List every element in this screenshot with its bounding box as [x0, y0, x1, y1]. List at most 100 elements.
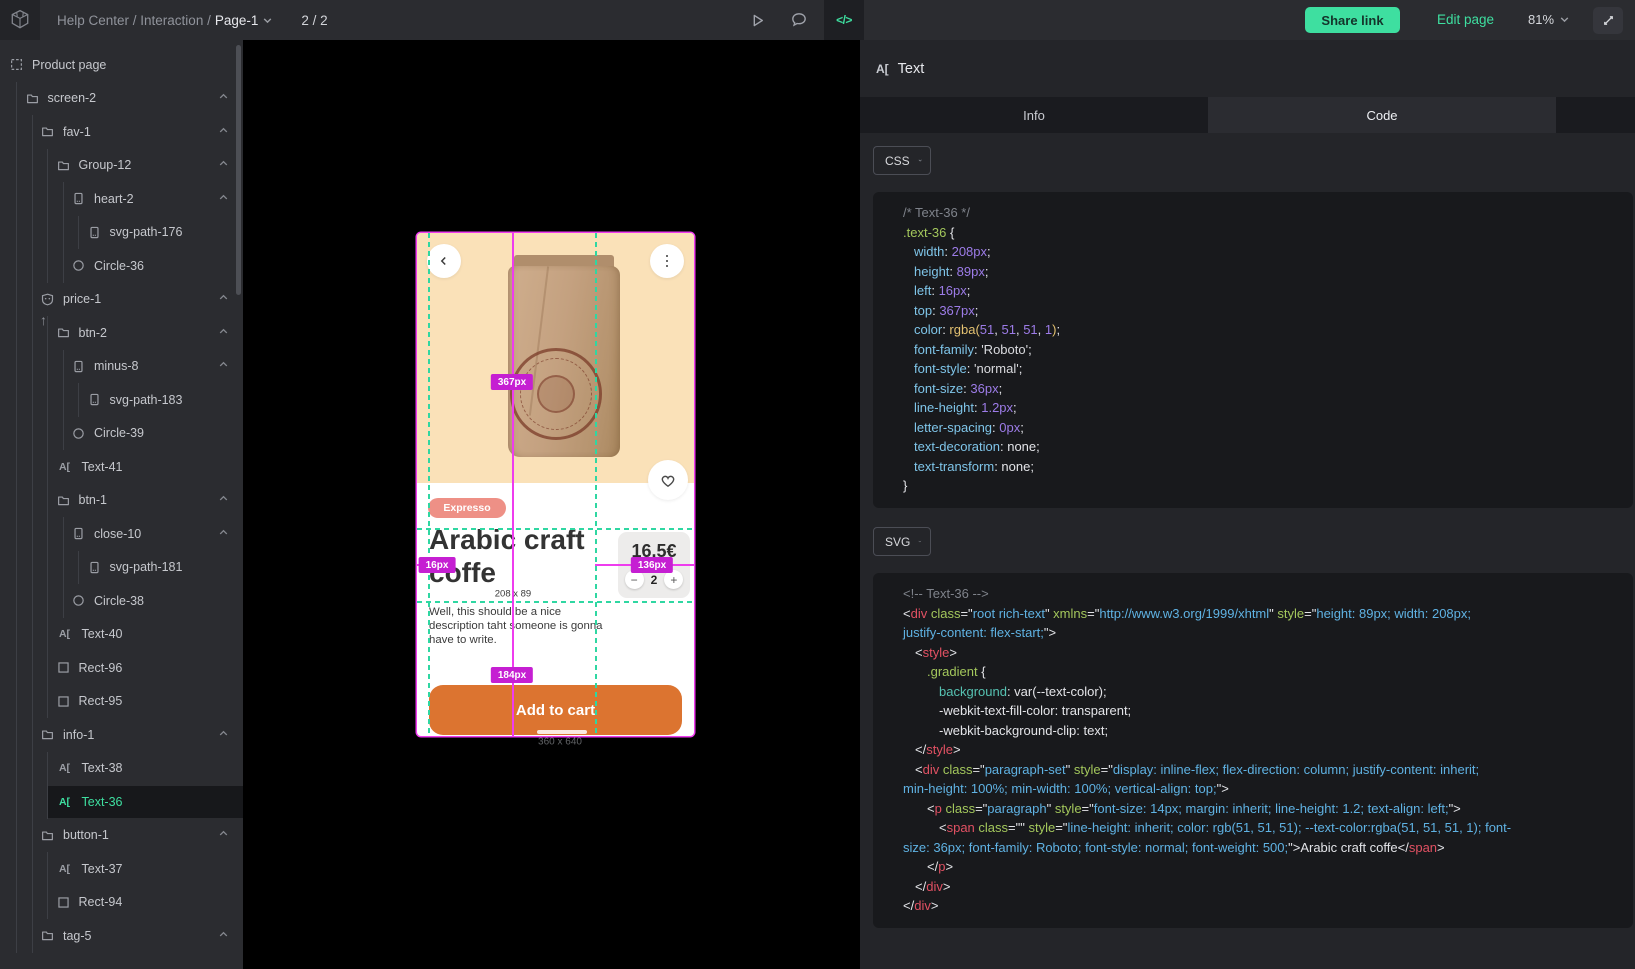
top-bar: Help Center / Interaction / Page-1 2 / 2… [0, 0, 1635, 40]
plus-button[interactable]: + [664, 570, 683, 589]
tree-guide-line [63, 517, 64, 551]
code-token-plain: < [915, 762, 923, 777]
chevron-down-icon[interactable] [262, 15, 273, 26]
sidebar-scrollbar[interactable] [236, 45, 241, 295]
code-token-number: 16px [939, 283, 967, 298]
code-token-plain: : [967, 361, 974, 376]
play-button[interactable] [740, 3, 774, 37]
layer-label: Group-12 [79, 158, 132, 172]
tree-guide-line [32, 450, 33, 484]
tree-guide-line [47, 182, 48, 216]
comments-button[interactable] [782, 3, 816, 37]
layer-row-fav-1[interactable]: fav-1 [0, 115, 243, 149]
breadcrumb-current-page[interactable]: Page-1 [215, 13, 259, 28]
tree-guide-line [47, 450, 48, 484]
layer-row-svg-path-183[interactable]: svg-path-183 [0, 383, 243, 417]
collapse-chevron-icon[interactable] [218, 324, 229, 342]
layer-row-circle-38[interactable]: Circle-38 [0, 584, 243, 618]
folder-layer-icon [26, 92, 39, 105]
tree-guide-line [47, 216, 48, 250]
layer-row-info-1[interactable]: info-1 [0, 718, 243, 752]
layer-row-rect-95[interactable]: Rect-95 [0, 685, 243, 719]
canvas[interactable]: Expresso Arabic craft coffe Well, this s… [243, 40, 860, 969]
collapse-chevron-icon[interactable] [218, 156, 229, 174]
layer-row-minus-8[interactable]: minus-8 [0, 350, 243, 384]
product-screen-frame[interactable]: Expresso Arabic craft coffe Well, this s… [417, 233, 694, 736]
layer-row-svg-path-181[interactable]: svg-path-181 [0, 551, 243, 585]
code-token-number: 51 [980, 322, 994, 337]
layer-row-text-37[interactable]: A[Text-37 [0, 852, 243, 886]
layer-row-close-10[interactable]: close-10 [0, 517, 243, 551]
layer-row-circle-36[interactable]: Circle-36 [0, 249, 243, 283]
css-language-select[interactable]: CSS [873, 146, 931, 175]
layer-row-rect-96[interactable]: Rect-96 [0, 651, 243, 685]
fullscreen-button[interactable] [1593, 7, 1623, 34]
zoom-level-control[interactable]: 81% [1528, 12, 1570, 27]
layer-row-button-1[interactable]: button-1 [0, 819, 243, 853]
code-token-plain: =" [1087, 606, 1099, 621]
layer-label: Circle-39 [94, 426, 144, 440]
layer-label: btn-2 [79, 326, 108, 340]
code-token-plain: : [949, 264, 956, 279]
layer-row-price-1[interactable]: price-1 [0, 283, 243, 317]
quantity-stepper: − 2 + [618, 570, 690, 589]
svg-select-value: SVG [885, 535, 910, 549]
code-token-tag: div [911, 606, 928, 621]
collapse-chevron-icon[interactable] [218, 290, 229, 308]
collapse-chevron-icon[interactable] [218, 123, 229, 141]
layer-row-tag-5[interactable]: tag-5 [0, 919, 243, 953]
code-token-tag: p [935, 801, 942, 816]
category-tag[interactable]: Expresso [428, 498, 506, 518]
collapse-chevron-icon[interactable] [218, 826, 229, 844]
add-to-cart-button[interactable]: Add to cart [429, 685, 682, 735]
code-token-plain: </ [927, 859, 938, 874]
layer-label: info-1 [63, 728, 94, 742]
collapse-chevron-icon[interactable] [218, 89, 229, 107]
layer-row-heart-2[interactable]: heart-2 [0, 182, 243, 216]
tab-info[interactable]: Info [860, 97, 1208, 133]
layer-label: Text-37 [82, 862, 123, 876]
collapse-chevron-icon[interactable] [218, 190, 229, 208]
layer-row-text-36[interactable]: A[Text-36 [0, 785, 243, 819]
collapse-chevron-icon[interactable] [218, 357, 229, 375]
layer-row-text-38[interactable]: A[Text-38 [0, 752, 243, 786]
code-token-tag: div [914, 898, 931, 913]
layer-row-product page[interactable]: Product page [0, 48, 243, 82]
layer-row-screen-2[interactable]: screen-2 [0, 82, 243, 116]
tree-guide-line [47, 383, 48, 417]
minus-button[interactable]: − [625, 570, 644, 589]
layer-row-circle-39[interactable]: Circle-39 [0, 417, 243, 451]
layer-label: btn-1 [79, 493, 108, 507]
code-line: <style> [903, 643, 1615, 663]
code-token-tag: div [926, 879, 943, 894]
svg-language-select[interactable]: SVG [873, 527, 931, 556]
favorite-button[interactable] [648, 460, 688, 500]
code-line: <!-- Text-36 --> [903, 584, 1615, 604]
svg-code-block[interactable]: <!-- Text-36 --><div class="root rich-te… [873, 573, 1633, 928]
layer-row-btn-2[interactable]: btn-2 [0, 316, 243, 350]
back-button[interactable] [427, 244, 461, 278]
layer-row-text-40[interactable]: A[Text-40 [0, 618, 243, 652]
code-token-plain: : var(--text-color); [1007, 684, 1107, 699]
code-view-button[interactable]: </> [824, 0, 864, 40]
app-logo[interactable] [0, 0, 40, 40]
code-line: </style> [903, 740, 1615, 760]
edit-page-link[interactable]: Edit page [1437, 12, 1494, 27]
layer-row-group-12[interactable]: Group-12 [0, 149, 243, 183]
file-layer-icon [88, 561, 101, 574]
share-link-button[interactable]: Share link [1305, 7, 1400, 33]
folder-layer-icon [57, 494, 70, 507]
layer-row-rect-94[interactable]: Rect-94 [0, 886, 243, 920]
layer-row-btn-1[interactable]: btn-1 [0, 484, 243, 518]
tab-code[interactable]: Code [1208, 97, 1556, 133]
layer-row-svg-path-176[interactable]: svg-path-176 [0, 216, 243, 250]
more-options-button[interactable] [650, 244, 684, 278]
collapse-chevron-icon[interactable] [218, 726, 229, 744]
collapse-chevron-icon[interactable] [218, 927, 229, 945]
collapse-chevron-icon[interactable] [218, 525, 229, 543]
css-code-block[interactable]: /* Text-36 */.text-36 {width: 208px;heig… [873, 192, 1633, 508]
layer-row-text-41[interactable]: A[Text-41 [0, 450, 243, 484]
collapse-chevron-icon[interactable] [218, 491, 229, 509]
code-token-attr: style [1277, 606, 1304, 621]
tree-guide-line [16, 852, 17, 886]
